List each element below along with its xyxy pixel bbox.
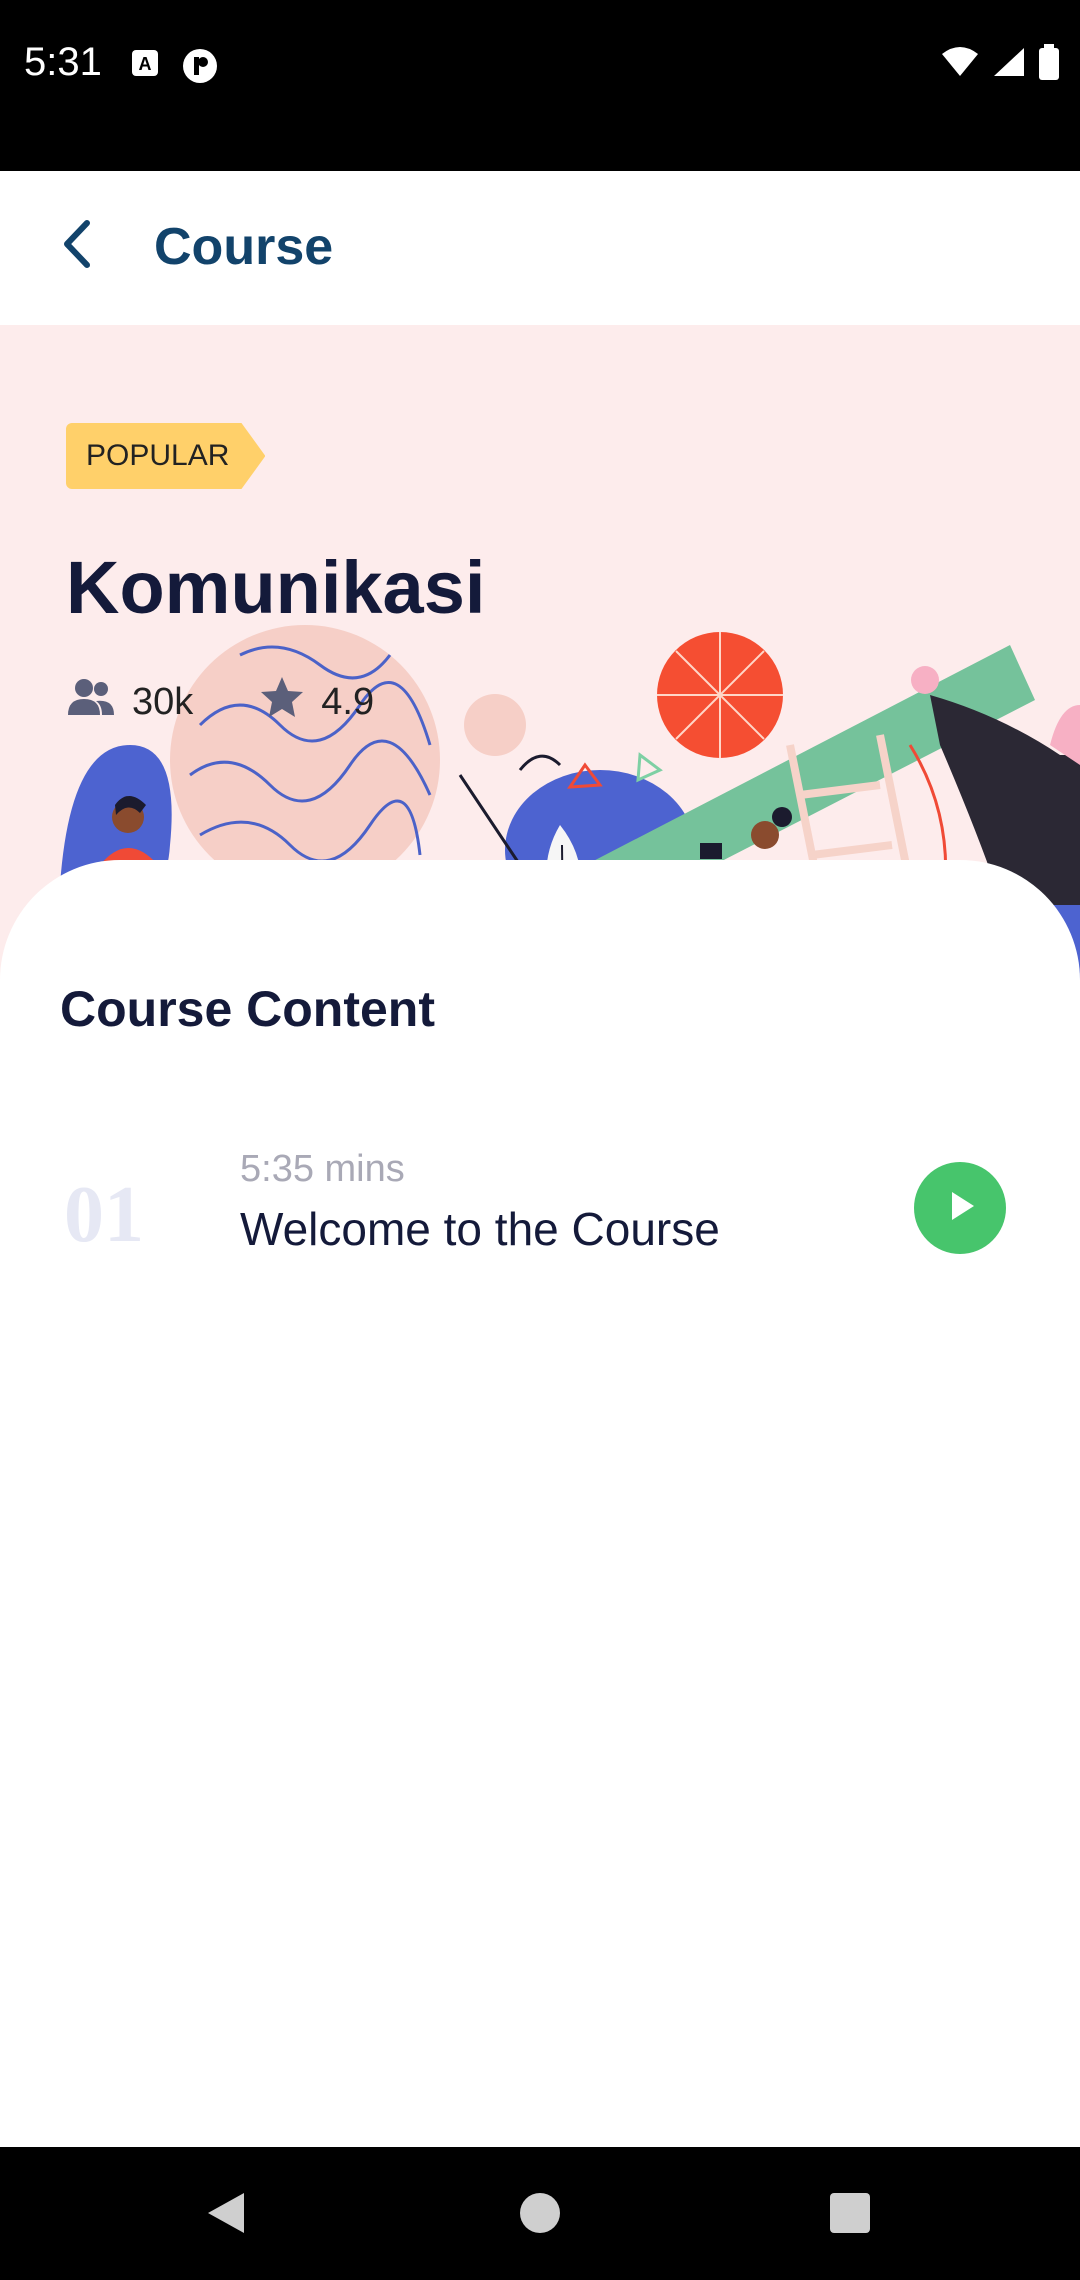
home-circle-icon (518, 2191, 562, 2240)
course-content-sheet: Course Content 01 5:35 mins Welcome to t… (0, 860, 1080, 2147)
signal-icon (992, 46, 1026, 83)
back-button[interactable] (46, 211, 106, 281)
popular-badge: POPULAR (66, 423, 266, 489)
rating-value: 4.9 (321, 680, 375, 723)
status-bar: 5:31 A (0, 0, 1080, 171)
nav-home-button[interactable] (500, 2175, 580, 2255)
battery-icon (1038, 44, 1060, 85)
rating-stat: 4.9 (259, 675, 374, 729)
chevron-left-icon (59, 219, 93, 274)
lesson-number: 01 (64, 1171, 144, 1259)
svg-text:A: A (139, 54, 152, 74)
people-icon (66, 677, 116, 727)
lesson-item[interactable]: 01 5:35 mins Welcome to the Course (0, 1140, 1080, 1310)
lesson-title: Welcome to the Course (240, 1203, 720, 1255)
section-title: Course Content (60, 981, 435, 1037)
course-title: Komunikasi (66, 546, 486, 629)
students-count: 30k (132, 680, 194, 723)
status-time: 5:31 (24, 40, 102, 84)
system-nav-bar (0, 2147, 1080, 2280)
star-icon (259, 675, 305, 729)
nav-back-button[interactable] (186, 2175, 266, 2255)
page-title: Course (154, 218, 334, 276)
wifi-icon (940, 46, 980, 83)
status-notifications: A (130, 48, 218, 89)
course-stats: 30k 4.9 (66, 675, 374, 729)
nav-recents-button[interactable] (810, 2175, 890, 2255)
app-bar: Course (0, 171, 1080, 325)
play-icon (940, 1186, 980, 1231)
back-triangle-icon (204, 2189, 248, 2242)
recents-square-icon (828, 2191, 872, 2240)
lesson-duration: 5:35 mins (240, 1148, 405, 1190)
status-system-icons (940, 44, 1060, 85)
students-stat: 30k (66, 677, 193, 727)
p-notification-icon (182, 48, 218, 89)
play-button[interactable] (914, 1162, 1006, 1254)
a-notification-icon: A (130, 48, 160, 89)
